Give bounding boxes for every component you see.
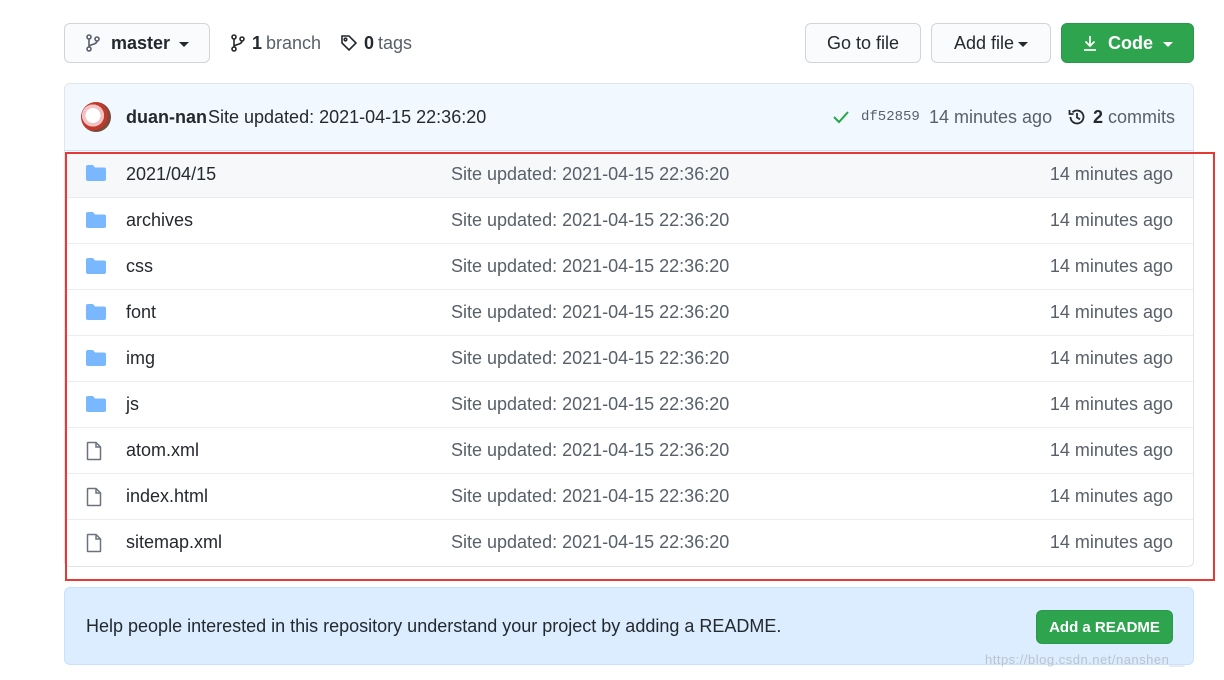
file-commit-message[interactable]: Site updated: 2021-04-15 22:36:20 — [451, 394, 729, 415]
file-commit-time: 14 minutes ago — [1049, 256, 1173, 276]
file-commit-time: 14 minutes ago — [1049, 486, 1173, 506]
commit-label: commits — [1108, 106, 1176, 127]
file-name[interactable]: 2021/04/15 — [126, 164, 216, 185]
chevron-down-icon — [1018, 41, 1029, 47]
branch-count: 1 — [252, 32, 263, 53]
go-to-file-button[interactable]: Go to file — [805, 23, 921, 63]
commit-message[interactable]: Site updated: 2021-04-15 22:36:20 — [208, 107, 486, 128]
commit-author[interactable]: duan-nan — [126, 107, 207, 128]
add-file-label: Add file — [953, 32, 1015, 53]
file-row[interactable]: atom.xml Site updated: 2021-04-15 22:36:2… — [65, 427, 1193, 473]
file-commit-message[interactable]: Site updated: 2021-04-15 22:36:20 — [451, 486, 729, 507]
add-file-button[interactable]: Add file — [931, 23, 1051, 63]
tags-link[interactable]: 0 tags — [340, 23, 412, 63]
file-name[interactable]: index.html — [126, 486, 208, 507]
tag-count: 0 — [364, 32, 375, 53]
file-commit-message[interactable]: Site updated: 2021-04-15 22:36:20 — [451, 210, 729, 231]
file-commit-time: 14 minutes ago — [1049, 210, 1173, 230]
chevron-down-icon — [179, 41, 190, 47]
folder-icon — [85, 303, 107, 326]
avatar[interactable] — [81, 102, 111, 132]
folder-icon — [85, 211, 107, 234]
folder-icon — [85, 349, 107, 372]
check-icon[interactable] — [832, 109, 850, 125]
file-commit-message[interactable]: Site updated: 2021-04-15 22:36:20 — [451, 348, 729, 369]
file-commit-time: 14 minutes ago — [1049, 348, 1173, 368]
file-commit-time: 14 minutes ago — [1049, 532, 1173, 552]
git-branch-icon — [86, 34, 100, 52]
folder-icon — [85, 164, 107, 187]
watermark: https://blog.csdn.net/nanshen__ — [985, 652, 1185, 667]
file-name[interactable]: font — [126, 302, 156, 323]
commit-count: 2 — [1093, 106, 1104, 127]
file-list: 2021/04/15 Site updated: 2021-04-15 22:36… — [65, 151, 1193, 565]
folder-icon — [85, 395, 107, 418]
chevron-down-icon — [1163, 41, 1173, 47]
branches-link[interactable]: 1 branch — [230, 23, 321, 63]
file-row[interactable]: archives Site updated: 2021-04-15 22:36:2… — [65, 197, 1193, 243]
commit-time: 14 minutes ago — [929, 106, 1053, 127]
file-commit-message[interactable]: Site updated: 2021-04-15 22:36:20 — [451, 302, 729, 323]
code-button[interactable]: Code — [1061, 23, 1194, 63]
add-readme-button[interactable]: Add a README — [1036, 610, 1173, 644]
file-commit-time: 14 minutes ago — [1049, 302, 1173, 322]
readme-prompt-text: Help people interested in this repositor… — [86, 615, 782, 636]
file-commit-message[interactable]: Site updated: 2021-04-15 22:36:20 — [451, 440, 729, 461]
file-row[interactable]: img Site updated: 2021-04-15 22:36:20 14 m… — [65, 335, 1193, 381]
file-commit-message[interactable]: Site updated: 2021-04-15 22:36:20 — [451, 164, 729, 185]
file-commit-message[interactable]: Site updated: 2021-04-15 22:36:20 — [451, 532, 729, 553]
file-commit-time: 14 minutes ago — [1049, 394, 1173, 414]
history-icon — [1068, 109, 1085, 125]
file-row[interactable]: js Site updated: 2021-04-15 22:36:20 14 mi… — [65, 381, 1193, 427]
commit-sha[interactable]: df52859 — [861, 109, 920, 125]
tag-label: tags — [378, 32, 413, 53]
file-commit-time: 14 minutes ago — [1049, 440, 1173, 460]
file-name[interactable]: atom.xml — [126, 440, 199, 461]
file-name[interactable]: js — [126, 394, 139, 415]
file-name[interactable]: img — [126, 348, 155, 369]
file-row[interactable]: index.html Site updated: 2021-04-15 22:36… — [65, 473, 1193, 519]
branch-select-button[interactable]: master — [64, 23, 210, 63]
code-label: Code — [1108, 32, 1153, 53]
latest-commit-bar: duan-nan Site updated: 2021-04-15 22:36:… — [65, 84, 1193, 151]
repo-toolbar: master 1 branch 0 tags Go to file Add fi… — [64, 23, 1194, 63]
download-icon — [1084, 36, 1096, 51]
file-name[interactable]: archives — [126, 210, 193, 231]
file-icon — [85, 533, 103, 558]
file-row[interactable]: sitemap.xml Site updated: 2021-04-15 22:3… — [65, 519, 1193, 565]
file-browser: duan-nan Site updated: 2021-04-15 22:36:… — [64, 83, 1194, 567]
branch-name: master — [111, 32, 171, 53]
file-name[interactable]: css — [126, 256, 153, 277]
git-branch-icon — [231, 34, 245, 52]
tag-icon — [341, 35, 358, 52]
file-icon — [85, 487, 103, 512]
file-commit-time: 14 minutes ago — [1049, 163, 1173, 184]
file-row[interactable]: font Site updated: 2021-04-15 22:36:20 14 … — [65, 289, 1193, 335]
file-commit-message[interactable]: Site updated: 2021-04-15 22:36:20 — [451, 256, 729, 277]
file-name[interactable]: sitemap.xml — [126, 532, 222, 553]
commits-link[interactable]: 2 commits — [1093, 107, 1175, 128]
file-row[interactable]: 2021/04/15 Site updated: 2021-04-15 22:36… — [65, 151, 1193, 197]
file-icon — [85, 441, 103, 466]
file-row[interactable]: css Site updated: 2021-04-15 22:36:20 14 m… — [65, 243, 1193, 289]
branch-label: branch — [266, 32, 322, 53]
folder-icon — [85, 257, 107, 280]
